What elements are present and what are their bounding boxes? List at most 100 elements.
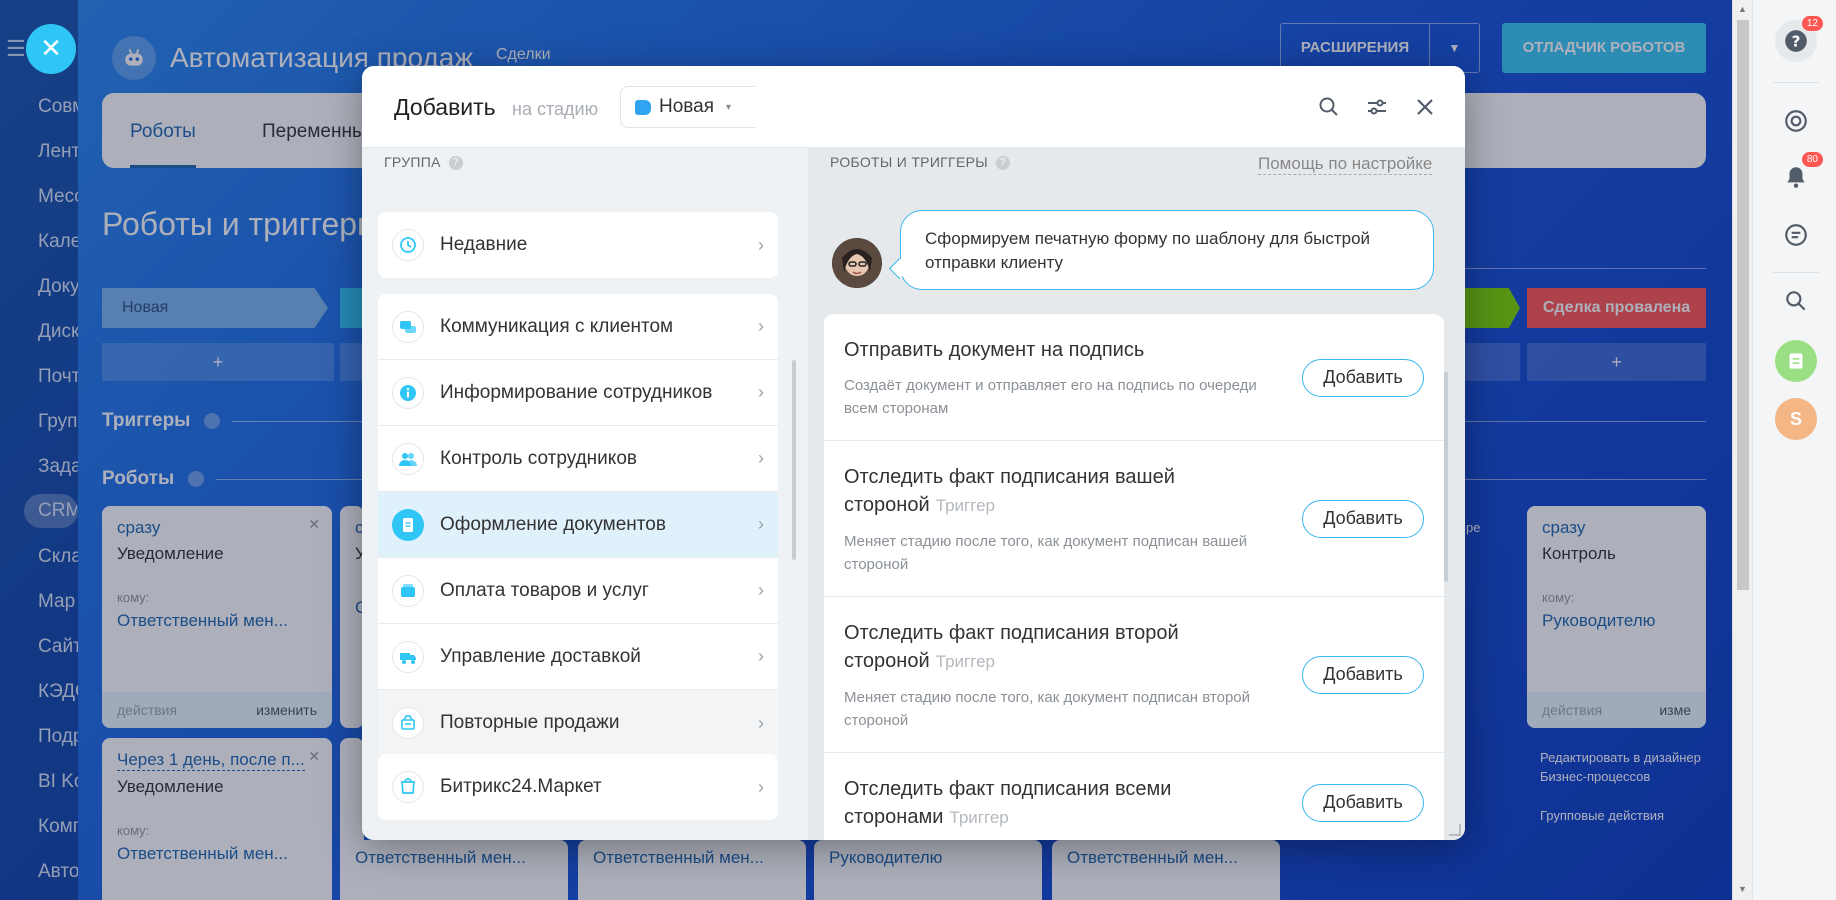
group-label[interactable]: Управление доставкой <box>440 646 758 668</box>
robot-card[interactable]: Ответственный мен... <box>340 840 568 900</box>
scroll-thumb[interactable] <box>1737 20 1749 590</box>
activity-button[interactable] <box>1775 100 1817 142</box>
robot-recipient[interactable]: Ответственный мен... <box>578 840 806 868</box>
robot-recipient[interactable]: Руководителю <box>814 840 1042 868</box>
robot-card[interactable]: Ответственный мен... <box>578 840 806 900</box>
robot-when[interactable]: с <box>340 506 364 538</box>
add-trigger-button-2[interactable] <box>340 343 364 381</box>
menu-icon[interactable]: ☰ <box>6 36 26 62</box>
menu-item[interactable]: Скла <box>16 534 78 579</box>
menu-item[interactable]: Диск <box>16 309 78 354</box>
stage-value[interactable]: Новая <box>659 96 714 118</box>
group-label[interactable]: Повторные продажи <box>440 712 758 734</box>
robot-card-partial[interactable]: с У С <box>340 506 364 728</box>
robot-card[interactable]: Ответственный мен... <box>1052 840 1280 900</box>
group-item[interactable]: Повторные продажи › <box>378 690 778 756</box>
menu-item[interactable]: Доку <box>16 264 78 309</box>
add-trigger-button[interactable]: + <box>102 343 334 381</box>
close-icon[interactable]: ✕ <box>308 516 320 533</box>
tab-robots[interactable]: Роботы <box>130 121 196 168</box>
menu-item[interactable]: Кале <box>16 219 78 264</box>
stage-failed[interactable]: Сделка провалена <box>1527 288 1706 328</box>
designer-link[interactable]: Редактировать в дизайнер Бизнес-процессо… <box>1540 748 1710 786</box>
extensions-label[interactable]: РАСШИРЕНИЯ <box>1281 24 1429 72</box>
group-label[interactable]: Контроль сотрудников <box>440 448 758 470</box>
app-subtitle[interactable]: Сделки <box>496 46 551 64</box>
group-item[interactable]: Контроль сотрудников › <box>378 426 778 492</box>
menu-item[interactable]: Зада <box>16 444 78 489</box>
group-item[interactable]: Битрикс24.Маркет › <box>378 754 778 820</box>
group-item[interactable]: Оплата товаров и услуг › <box>378 558 778 624</box>
close-slider-button[interactable]: ✕ <box>26 24 76 74</box>
resize-handle[interactable] <box>1449 824 1461 836</box>
edit-link[interactable]: изменить <box>256 692 317 728</box>
robot-card[interactable]: Руководителю <box>814 840 1042 900</box>
robot-recipient[interactable]: Ответственный мен... <box>1052 840 1280 868</box>
menu-item[interactable]: Подр <box>16 714 78 759</box>
app-button[interactable] <box>1775 340 1817 382</box>
robot-recipient[interactable]: Ответственный мен... <box>340 840 568 868</box>
search-button[interactable] <box>1314 92 1344 122</box>
edit-link[interactable]: изме <box>1659 692 1691 728</box>
add-trigger-button-fail[interactable]: + <box>1527 343 1706 381</box>
help-button[interactable]: ? 12 <box>1775 16 1823 62</box>
menu-item[interactable]: CRM <box>24 494 78 528</box>
add-robot-button[interactable]: Добавить <box>1302 784 1424 822</box>
page-scrollbar[interactable]: ▲ ▼ <box>1732 0 1752 900</box>
add-robot-button[interactable]: Добавить <box>1302 358 1424 397</box>
robot-recipient[interactable]: С <box>340 564 364 618</box>
robot-recipient[interactable]: Ответственный мен... <box>102 605 332 631</box>
group-label[interactable]: Битрикс24.Маркет <box>440 776 758 798</box>
stage-selector[interactable]: Новая ▾ <box>620 86 774 128</box>
stage-won[interactable] <box>1464 288 1520 328</box>
robot-card-partial[interactable] <box>340 738 364 900</box>
menu-item[interactable]: Лент <box>16 129 78 174</box>
group-label[interactable]: Недавние <box>440 234 758 256</box>
close-icon[interactable]: ✕ <box>308 748 320 765</box>
menu-item[interactable]: Авто <box>16 849 78 894</box>
groups-scrollbar[interactable] <box>792 360 796 560</box>
stage-next[interactable] <box>340 288 364 328</box>
robot-when[interactable]: сразу <box>102 506 332 538</box>
stage-new[interactable]: Новая <box>102 288 328 328</box>
menu-item[interactable]: Почт <box>16 354 78 399</box>
robot-when[interactable]: сразу <box>1527 506 1706 538</box>
search-button[interactable] <box>1775 280 1817 322</box>
robot-card[interactable]: ✕ Через 1 день, после п... Уведомление к… <box>102 738 332 900</box>
chevron-down-icon[interactable]: ▾ <box>726 102 731 113</box>
menu-item[interactable]: Груп <box>16 399 78 444</box>
close-button[interactable] <box>1410 92 1440 122</box>
group-item[interactable]: Коммуникация с клиентом › <box>378 294 778 360</box>
robot-debugger-button[interactable]: ОТЛАДЧИК РОБОТОВ <box>1502 23 1706 73</box>
help-icon[interactable]: ? <box>448 156 463 171</box>
menu-item[interactable]: BI Ko <box>16 759 78 804</box>
user-avatar[interactable]: S <box>1775 398 1817 440</box>
robot-card[interactable]: сразу Контроль кому: Руководителю действ… <box>1527 506 1706 728</box>
add-robot-button[interactable]: Добавить <box>1302 656 1424 694</box>
group-label[interactable]: Информирование сотрудников <box>440 382 758 404</box>
robot-recipient[interactable]: Руководителю <box>1527 605 1706 631</box>
tab-variables[interactable]: Переменны <box>262 121 366 143</box>
menu-item[interactable]: Сайт <box>16 624 78 669</box>
robot-when[interactable]: Через 1 день, после п... <box>117 738 305 771</box>
group-label[interactable]: Оплата товаров и услуг <box>440 580 758 602</box>
scroll-down-icon[interactable]: ▼ <box>1738 884 1747 894</box>
chat-button[interactable] <box>1775 214 1817 256</box>
robot-card[interactable]: ✕ сразу Уведомление кому: Ответственный … <box>102 506 332 728</box>
group-item[interactable]: Информирование сотрудников › <box>378 360 778 426</box>
group-item[interactable]: Управление доставкой › <box>378 624 778 690</box>
notifications-button[interactable]: 80 <box>1775 152 1823 198</box>
menu-item[interactable]: Комп <box>16 804 78 849</box>
setup-help-link[interactable]: Помощь по настройке <box>1258 154 1433 175</box>
group-label[interactable]: Коммуникация с клиентом <box>440 316 758 338</box>
chevron-down-icon[interactable]: ▼ <box>1429 24 1479 72</box>
menu-item[interactable]: Совм <box>16 84 78 129</box>
help-icon[interactable]: ? <box>995 156 1010 171</box>
scroll-up-icon[interactable]: ▲ <box>1738 4 1747 14</box>
menu-item[interactable]: Месс <box>16 174 78 219</box>
help-icon[interactable] <box>204 412 221 429</box>
group-label[interactable]: Оформление документов <box>440 514 758 536</box>
add-robot-button[interactable]: Добавить <box>1302 500 1424 538</box>
group-item[interactable]: Оформление документов › <box>378 492 778 558</box>
robots-scrollbar[interactable] <box>1444 372 1448 582</box>
